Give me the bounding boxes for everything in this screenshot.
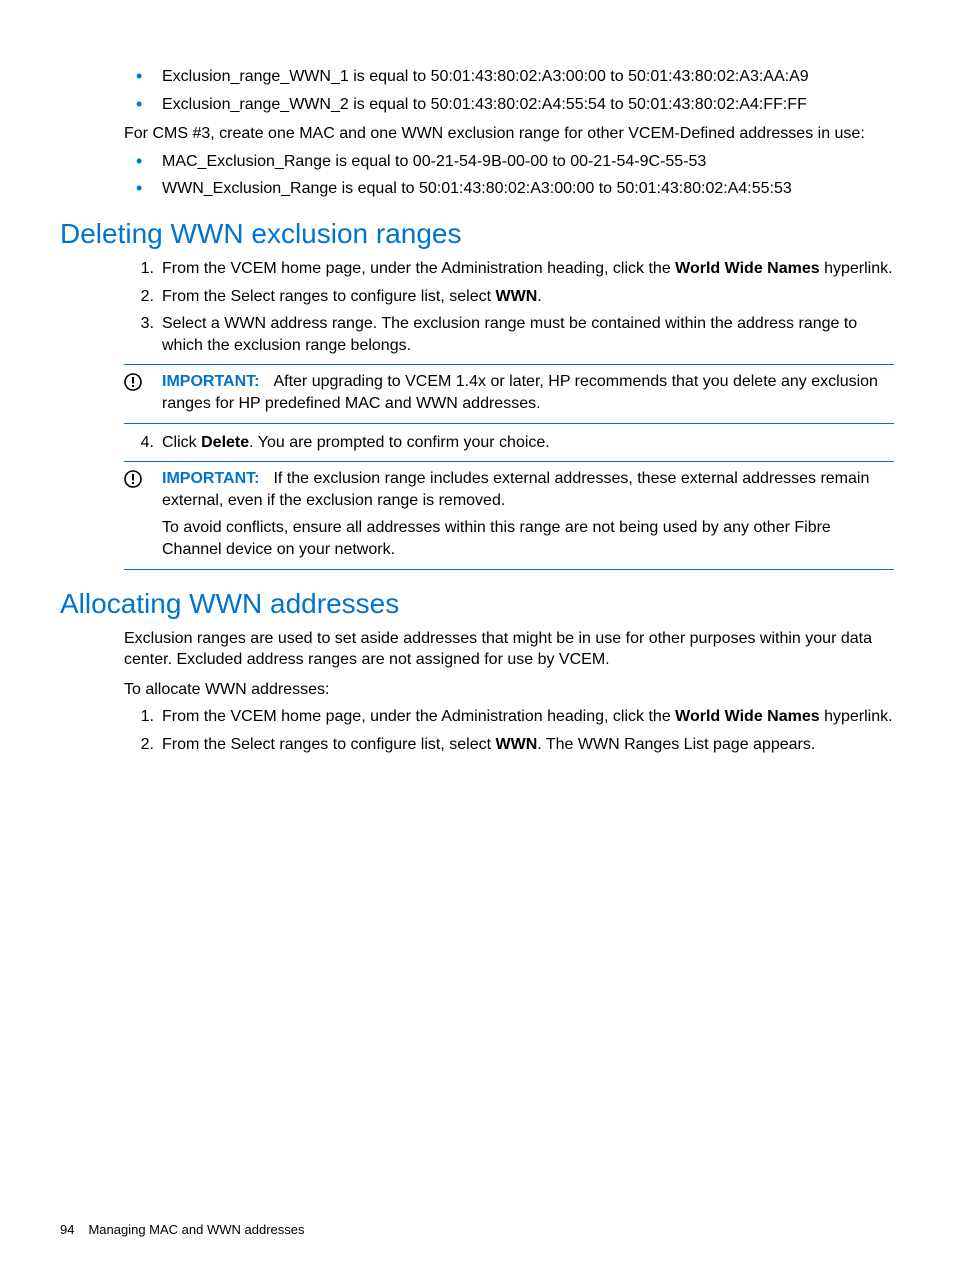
list-item: Exclusion_range_WWN_1 is equal to 50:01:…: [124, 66, 894, 88]
list-item: Exclusion_range_WWN_2 is equal to 50:01:…: [124, 94, 894, 116]
important-label: IMPORTANT:: [162, 373, 259, 390]
steps-deleting: From the VCEM home page, under the Admin…: [124, 258, 894, 356]
list-item: From the VCEM home page, under the Admin…: [124, 706, 894, 728]
strong-text: WWN: [495, 288, 537, 305]
step-text: From the VCEM home page, under the Admin…: [162, 260, 675, 277]
step-text: hyperlink.: [820, 260, 893, 277]
list-item: Select a WWN address range. The exclusio…: [124, 313, 894, 356]
steps-allocating: From the VCEM home page, under the Admin…: [124, 706, 894, 755]
note-text: If the exclusion range includes external…: [162, 470, 869, 509]
heading-deleting-wwn: Deleting WWN exclusion ranges: [60, 218, 894, 250]
divider: [124, 569, 894, 570]
list-item: From the Select ranges to configure list…: [124, 734, 894, 756]
list-item: From the Select ranges to configure list…: [124, 286, 894, 308]
list-item: Click Delete. You are prompted to confir…: [124, 432, 894, 454]
bullet-list-top: Exclusion_range_WWN_1 is equal to 50:01:…: [124, 66, 894, 115]
divider: [124, 364, 894, 365]
step-text: From the Select ranges to configure list…: [162, 288, 495, 305]
step-text: . The WWN Ranges List page appears.: [537, 736, 815, 753]
strong-text: WWN: [495, 736, 537, 753]
paragraph: For CMS #3, create one MAC and one WWN e…: [124, 123, 894, 145]
strong-text: Delete: [201, 434, 249, 451]
step-text: .: [537, 288, 541, 305]
list-item: WWN_Exclusion_Range is equal to 50:01:43…: [124, 178, 894, 200]
step-text: . You are prompted to confirm your choic…: [249, 434, 550, 451]
list-item: From the VCEM home page, under the Admin…: [124, 258, 894, 280]
step-text: From the Select ranges to configure list…: [162, 736, 495, 753]
important-icon: [124, 468, 162, 488]
important-icon: [124, 371, 162, 391]
divider: [124, 461, 894, 462]
important-label: IMPORTANT:: [162, 470, 259, 487]
step-text: From the VCEM home page, under the Admin…: [162, 708, 675, 725]
list-item: MAC_Exclusion_Range is equal to 00-21-54…: [124, 151, 894, 173]
step-text: hyperlink.: [820, 708, 893, 725]
note-text: After upgrading to VCEM 1.4x or later, H…: [162, 373, 878, 412]
heading-allocating-wwn: Allocating WWN addresses: [60, 588, 894, 620]
bullet-list-cms3: MAC_Exclusion_Range is equal to 00-21-54…: [124, 151, 894, 200]
paragraph: Exclusion ranges are used to set aside a…: [124, 628, 894, 671]
note-text-extra: To avoid conflicts, ensure all addresses…: [162, 517, 894, 560]
page-number: 94: [60, 1222, 74, 1237]
step-text: Click: [162, 434, 201, 451]
divider: [124, 423, 894, 424]
strong-text: World Wide Names: [675, 260, 819, 277]
strong-text: World Wide Names: [675, 708, 819, 725]
steps-deleting-cont: Click Delete. You are prompted to confir…: [124, 432, 894, 454]
footer-title: Managing MAC and WWN addresses: [88, 1222, 304, 1237]
page: Exclusion_range_WWN_1 is equal to 50:01:…: [0, 0, 954, 1271]
important-note: IMPORTANT:If the exclusion range include…: [124, 461, 894, 569]
page-footer: 94 Managing MAC and WWN addresses: [60, 1222, 305, 1237]
paragraph: To allocate WWN addresses:: [124, 679, 894, 701]
important-note: IMPORTANT:After upgrading to VCEM 1.4x o…: [124, 364, 894, 423]
